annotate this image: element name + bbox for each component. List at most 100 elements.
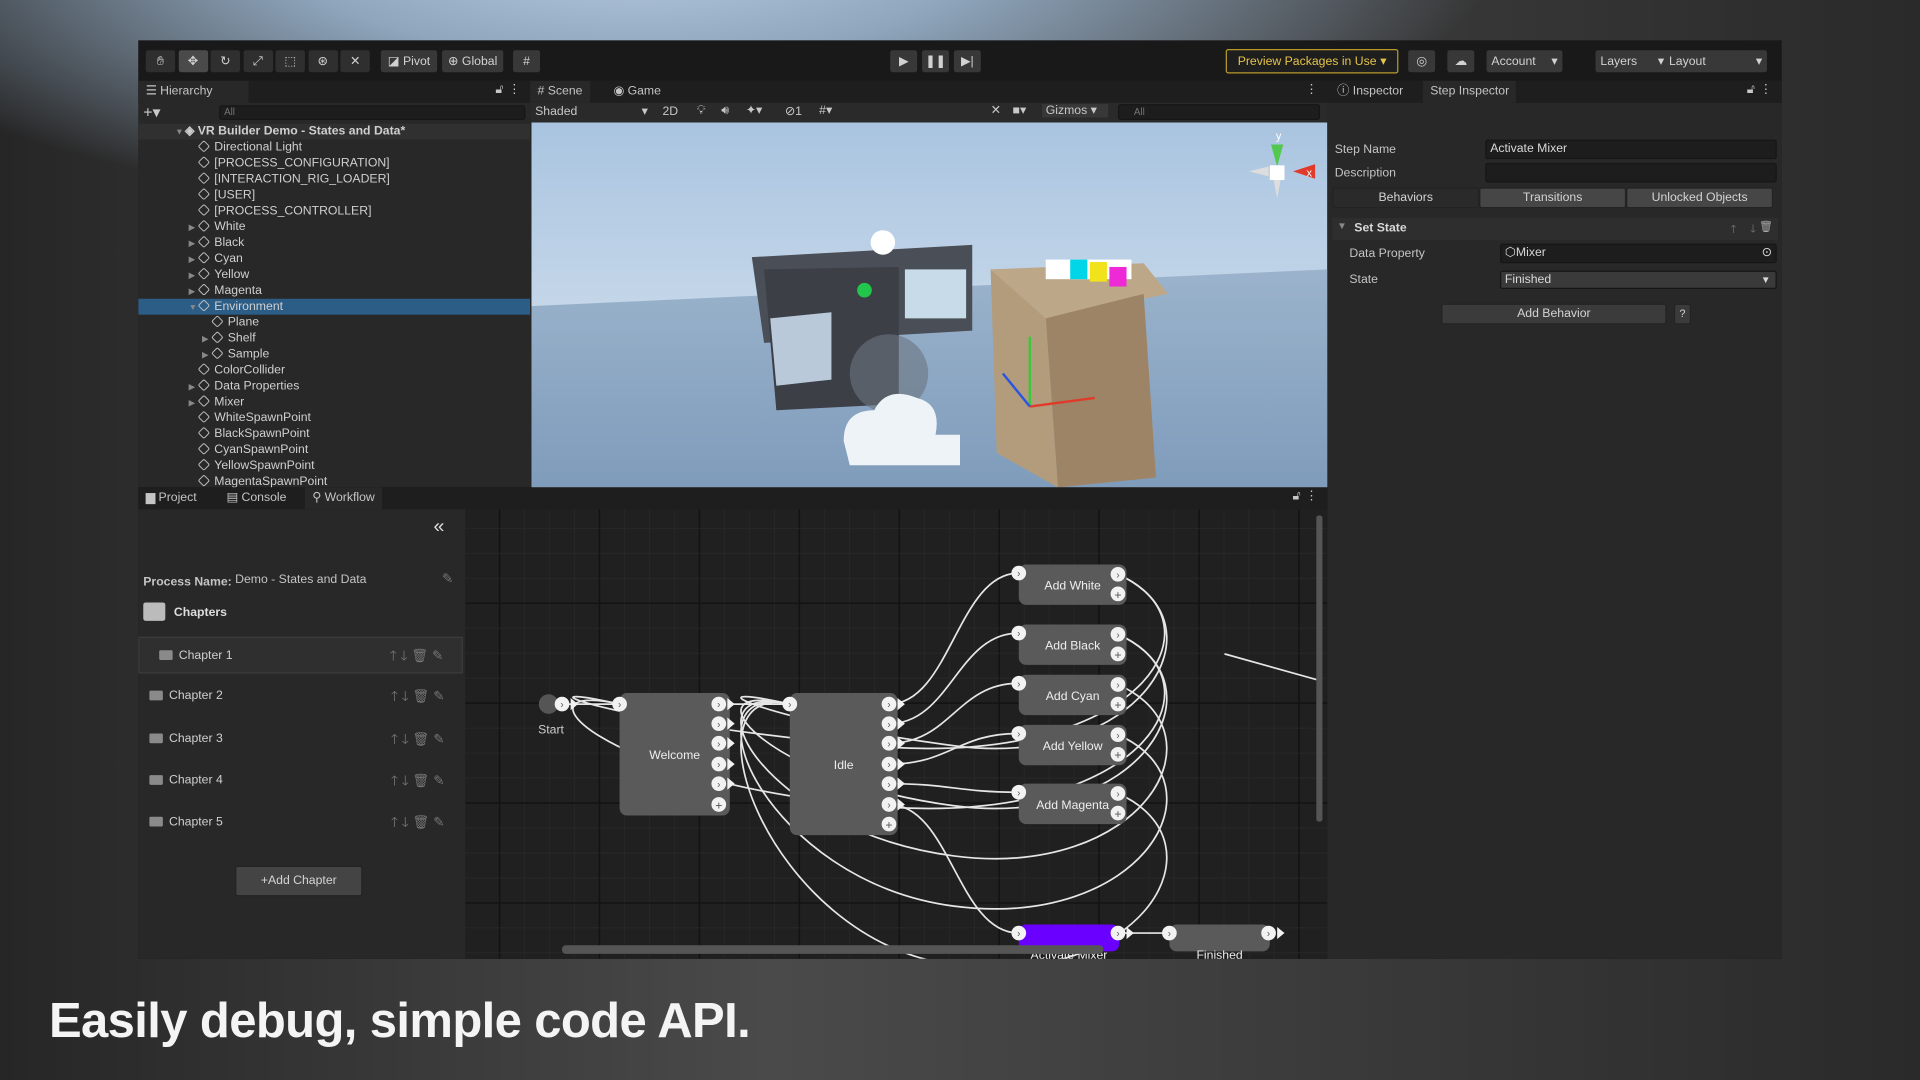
hierarchy-item[interactable]: ▶ Black [138, 235, 530, 251]
tab-inspector[interactable]: ⓘ Inspector [1330, 81, 1411, 103]
hierarchy-item[interactable]: ▶ Shelf [138, 331, 530, 347]
chapter-item[interactable]: Chapter 4 🡑🡓🗑︎✎ [138, 763, 462, 800]
layout-dropdown[interactable]: Layout ▾ [1664, 50, 1767, 73]
play-button[interactable]: ▶ [890, 50, 918, 73]
expand-arrow-icon[interactable]: ▶ [189, 252, 199, 268]
shading-dropdown[interactable]: Shaded ▾ [535, 105, 648, 118]
expand-arrow-icon[interactable]: ▶ [202, 348, 212, 364]
move-up-icon[interactable]: 🡑 [391, 774, 402, 789]
scene-search-input[interactable] [1117, 104, 1321, 121]
step-button[interactable]: ▶| [953, 50, 981, 73]
chapter-item[interactable]: Chapter 3 🡑🡓🗑︎✎ [138, 721, 462, 758]
tab-hierarchy[interactable]: ☰ Hierarchy [138, 80, 249, 103]
add-chapter-button[interactable]: +Add Chapter [235, 865, 363, 897]
tools-icon[interactable]: ✕ [991, 104, 1001, 117]
expand-arrow-icon[interactable]: ▶ [189, 380, 199, 396]
more-icon[interactable]: ⋮ [1760, 83, 1772, 96]
delete-icon[interactable]: 🗑︎ [412, 732, 433, 747]
effects-icon[interactable]: ✦▾ [746, 104, 762, 117]
object-picker-icon[interactable]: ⊙ [1762, 245, 1772, 262]
hierarchy-item[interactable]: [PROCESS_CONTROLLER] [138, 203, 530, 219]
tab-transitions[interactable]: Transitions [1479, 187, 1627, 209]
grid-icon[interactable]: #▾ [819, 104, 832, 117]
scene-viewport[interactable]: y x [531, 122, 1328, 488]
hierarchy-item[interactable]: YellowSpawnPoint [138, 458, 530, 474]
expand-arrow-icon[interactable]: ▶ [189, 236, 199, 252]
move-up-icon[interactable]: 🡑 [391, 816, 402, 831]
chapter-item[interactable]: Chapter 1 🡑🡓🗑︎✎ [138, 636, 463, 674]
chapter-item[interactable]: Chapter 5 🡑🡓🗑︎✎ [138, 805, 462, 842]
delete-icon[interactable]: 🗑︎ [411, 649, 432, 664]
move-up-icon[interactable]: 🡑 [391, 690, 402, 705]
rotate-tool-button[interactable]: ↻ [210, 50, 241, 73]
scale-tool-button[interactable]: ⤢ [243, 50, 273, 73]
tab-game[interactable]: ◉ Game [606, 81, 668, 103]
more-icon[interactable]: ⋮ [508, 83, 520, 96]
hierarchy-item[interactable]: BlackSpawnPoint [138, 426, 530, 442]
lighting-icon[interactable]: 💡︎ [697, 104, 706, 117]
tab-step-inspector[interactable]: Step Inspector [1422, 80, 1517, 103]
hierarchy-item[interactable]: ▶ Data Properties [138, 378, 530, 394]
add-icon[interactable]: +▾ [143, 103, 160, 123]
horizontal-scrollbar[interactable] [562, 945, 1104, 954]
account-dropdown[interactable]: Account ▾ [1486, 50, 1563, 73]
add-behavior-button[interactable]: Add Behavior [1441, 303, 1667, 325]
cloud-button[interactable]: ☁ [1447, 50, 1475, 73]
edit-icon[interactable]: ✎ [442, 571, 453, 587]
delete-icon[interactable]: 🗑︎ [412, 816, 433, 831]
step-name-input[interactable]: Activate Mixer [1485, 139, 1777, 160]
hierarchy-item[interactable]: ▶ Cyan [138, 251, 530, 267]
move-down-icon[interactable]: 🡓 [1750, 220, 1756, 240]
custom-tool-tool-button[interactable]: ✕ [340, 50, 370, 73]
audio-icon[interactable]: 🔊︎ [721, 104, 729, 117]
preview-packages-dropdown[interactable]: Preview Packages in Use ▾ [1225, 48, 1399, 74]
scene-root-row[interactable]: ▼◈ VR Builder Demo - States and Data* [138, 123, 531, 140]
move-down-icon[interactable]: 🡓 [401, 649, 412, 664]
hierarchy-item[interactable]: ▼ Environment [138, 298, 531, 315]
move-up-icon[interactable]: 🡑 [391, 732, 402, 747]
move-tool-button[interactable]: ✥ [178, 50, 208, 73]
lock-icon[interactable]: 🔓︎ [1747, 83, 1755, 96]
pause-button[interactable]: ❚❚ [922, 50, 949, 73]
tab-unlocked-objects[interactable]: Unlocked Objects [1626, 187, 1774, 209]
edit-icon[interactable]: ✎ [432, 649, 447, 664]
lock-icon[interactable]: 🔓︎ [495, 83, 503, 96]
grid-snap-button[interactable]: # [513, 50, 541, 73]
edit-icon[interactable]: ✎ [433, 732, 448, 747]
layers-dropdown[interactable]: Layers ▾ [1595, 50, 1669, 73]
lock-icon[interactable]: 🔓︎ [1292, 490, 1300, 503]
edit-icon[interactable]: ✎ [433, 774, 448, 789]
hierarchy-item[interactable]: ▶ Magenta [138, 283, 530, 299]
tab-scene[interactable]: # Scene [530, 80, 590, 103]
hierarchy-item[interactable]: [PROCESS_CONFIGURATION] [138, 156, 530, 172]
expand-arrow-icon[interactable]: ▶ [189, 220, 199, 236]
edit-icon[interactable]: ✎ [433, 816, 448, 831]
collapse-icon[interactable]: « [433, 517, 444, 539]
hierarchy-search-input[interactable] [219, 105, 526, 121]
move-down-icon[interactable]: 🡓 [402, 732, 413, 747]
vertical-scrollbar[interactable] [1316, 515, 1323, 822]
delete-icon[interactable]: 🗑︎ [1759, 220, 1773, 233]
more-icon[interactable]: ⋮ [1305, 490, 1317, 503]
tab-workflow[interactable]: ⚲ Workflow [304, 487, 383, 510]
hierarchy-item[interactable]: ▶ Sample [138, 347, 530, 363]
description-input[interactable] [1485, 162, 1777, 183]
camera-icon[interactable]: ■▾ [1013, 104, 1027, 117]
hierarchy-item[interactable]: ▶ Yellow [138, 267, 530, 283]
chapter-item[interactable]: Chapter 2 🡑🡓🗑︎✎ [138, 679, 462, 716]
gizmos-dropdown[interactable]: Gizmos ▾ [1042, 104, 1109, 118]
hierarchy-item[interactable]: Plane [138, 315, 530, 331]
more-icon[interactable]: ⋮ [1305, 83, 1317, 96]
pivot-toggle[interactable]: ◪ Pivot [380, 50, 438, 73]
expand-arrow-icon[interactable]: ▶ [202, 332, 212, 348]
hierarchy-item[interactable]: [INTERACTION_RIG_LOADER] [138, 171, 530, 187]
tab-console[interactable]: ▤ Console [219, 487, 294, 509]
move-down-icon[interactable]: 🡓 [402, 774, 413, 789]
rect-tool-button[interactable]: ⬚ [275, 50, 305, 73]
tab-behaviors[interactable]: Behaviors [1332, 187, 1480, 209]
hierarchy-item[interactable]: WhiteSpawnPoint [138, 410, 530, 426]
expand-arrow-icon[interactable]: ▶ [189, 396, 199, 412]
2d-toggle[interactable]: 2D [662, 105, 678, 118]
hierarchy-item[interactable]: ▶ Mixer [138, 394, 530, 410]
expand-arrow-icon[interactable]: ▶ [189, 284, 199, 300]
